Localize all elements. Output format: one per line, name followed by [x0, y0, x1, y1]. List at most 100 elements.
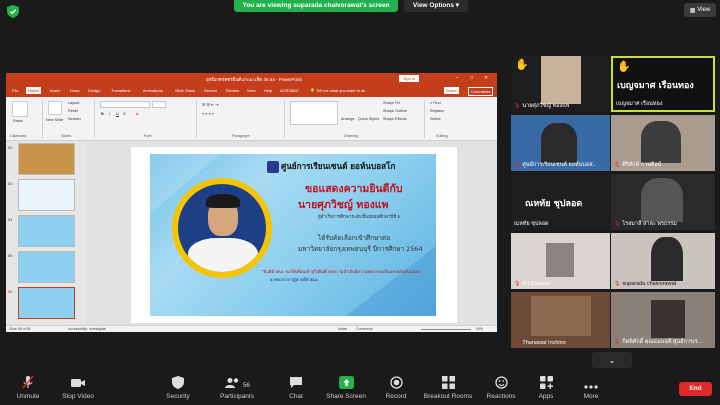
find-label: Find [433, 101, 441, 105]
shapes-gallery[interactable] [290, 101, 338, 125]
arrange-button[interactable]: Arrange [341, 117, 355, 121]
reset-button[interactable]: Reset [68, 109, 78, 113]
comments-ribbon-button[interactable]: Comments [468, 87, 494, 96]
shape-outline-button[interactable]: Shape Outline [383, 109, 407, 113]
record-button[interactable]: Record [368, 372, 424, 405]
underline-icon[interactable]: U [116, 112, 119, 116]
participants-button[interactable]: 56 Participants [209, 372, 265, 405]
tab-slide-show[interactable]: Slide Show [173, 87, 197, 94]
security-button[interactable]: Security [150, 372, 206, 405]
shape-fill-button[interactable]: Shape Fill [383, 101, 400, 105]
tab-transitions[interactable]: Transitions [109, 87, 132, 94]
participant-tile[interactable]: 🎙 ศิริลักษ์ กาฬศิลป์ [611, 115, 715, 171]
tab-design[interactable]: Design [86, 87, 102, 94]
accessibility-status[interactable]: Accessibility: Investigate [68, 327, 106, 331]
chat-bubble-icon [289, 372, 303, 389]
strikethrough-icon[interactable]: S [123, 112, 126, 116]
ribbon-divider [42, 100, 43, 138]
unmute-button[interactable]: Unmute [0, 372, 56, 405]
share-screen-label: Share Screen [326, 393, 366, 400]
tab-view[interactable]: View [245, 87, 258, 94]
comments-status-button[interactable]: Comments [356, 327, 373, 331]
font-size-select[interactable] [152, 101, 166, 108]
tab-review[interactable]: Review [224, 87, 241, 94]
participant-tile[interactable]: ✋ 🎙 นายศุภวิชญ์ ทองแพ [511, 56, 610, 112]
slide-canvas-area: ศูนย์การเรียนเซนต์ ยอห์นบอสโก ขอแสดงความ… [86, 141, 497, 325]
chevron-down-icon: ⌄ [608, 355, 616, 365]
select-button[interactable]: Select [430, 117, 441, 121]
find-button[interactable]: ⌕ Find [430, 101, 441, 105]
participant-tile[interactable]: 🎙 ไรสมาลี สาละ พรธรรม [611, 174, 715, 230]
align-icons[interactable]: ≡ ≡ ≡ ≡ [202, 112, 214, 116]
participant-tile[interactable]: 🎙 ศูนย์การเรียนเซนต์ ยอห์นบอส.. [511, 115, 610, 171]
share-screen-button[interactable]: Share Screen [318, 372, 374, 405]
muted-mic-icon: 🎙 [614, 162, 621, 168]
slide-thumbnail-selected[interactable] [18, 287, 75, 319]
layout-button[interactable]: Layout [68, 101, 79, 105]
shield-icon [172, 372, 184, 389]
tell-me-search[interactable]: 💡 Tell me what you want to do [308, 87, 367, 94]
bold-icon[interactable]: B [101, 112, 104, 116]
breakout-rooms-button[interactable]: Breakout Rooms [420, 372, 476, 405]
muted-mic-icon: 🎙 [514, 281, 521, 287]
tab-acrobat[interactable]: ACROBAT [278, 87, 301, 94]
current-slide[interactable]: ศูนย์การเรียนเซนต์ ยอห์นบอสโก ขอแสดงความ… [131, 147, 457, 323]
font-name-select[interactable] [100, 101, 150, 108]
notes-button[interactable]: Notes [338, 327, 347, 331]
slide-subtitle-1: ผู้สำเร็จการศึกษาระดับชั้นมัธยมศึกษาปีที… [318, 214, 400, 219]
replace-button[interactable]: Replace [430, 109, 444, 113]
photo-hair [206, 194, 240, 208]
zoom-slider[interactable] [421, 329, 471, 330]
maximize-icon[interactable]: □ [470, 75, 473, 81]
muted-mic-icon: 🎙 [614, 281, 621, 287]
new-slide-icon[interactable] [48, 101, 62, 115]
tab-animations[interactable]: Animations [141, 87, 165, 94]
participant-tile[interactable]: 🎙 กิตติศักดิ์ คุณแมนจุฬ์ ศูนย์การเร... [611, 292, 715, 348]
slide-subtitle-2: ได้รับคัดเลือกเข้าศึกษาต่อ [318, 234, 391, 242]
slide-thumbnail[interactable] [18, 215, 75, 247]
tab-home[interactable]: Home [26, 87, 41, 94]
share-ribbon-button[interactable]: Share [444, 87, 459, 94]
tab-draw[interactable]: Draw [68, 87, 81, 94]
italic-icon[interactable]: I [109, 112, 110, 116]
tab-record[interactable]: Record [202, 87, 219, 94]
participant-tile[interactable]: 🎙 iP13yokyee [511, 233, 610, 289]
tab-help[interactable]: Help [262, 87, 274, 94]
ppt-signin-button[interactable]: Sign in [399, 75, 419, 82]
slide-thumbnail[interactable] [18, 179, 75, 211]
stop-video-label: Stop Video [62, 393, 94, 400]
stop-video-button[interactable]: Stop Video [50, 372, 106, 405]
participant-tile-active-speaker[interactable]: ✋ เบญจมาศ เรือนทอง เบญจมาศ เรือนทอง [611, 56, 715, 112]
gallery-scroll-down-button[interactable]: ⌄ [592, 352, 632, 368]
bullets-icon[interactable]: ☰ ☰ ⇤ ⇥ [202, 102, 218, 107]
paste-icon[interactable] [12, 101, 28, 117]
participant-tile[interactable]: ณหทัย ชุปลอด ณหทัย ชุปลอด [511, 174, 610, 230]
view-button[interactable]: ▦ View [684, 3, 716, 17]
tab-file[interactable]: File [10, 87, 20, 94]
end-meeting-button[interactable]: End [679, 382, 712, 396]
thumb-number: 56 [8, 289, 13, 294]
participant-tile[interactable]: 🎙 suparada chaivorawat [611, 233, 715, 289]
new-slide-label: New Slide [46, 118, 64, 122]
close-icon[interactable]: ✕ [484, 75, 488, 81]
minimize-icon[interactable]: – [456, 75, 459, 81]
record-icon [389, 372, 403, 389]
more-button[interactable]: More [563, 372, 619, 405]
shield-verified-icon[interactable] [7, 5, 19, 18]
chat-button[interactable]: Chat [268, 372, 324, 405]
group-font: Font [144, 134, 152, 138]
participant-name: 🎙 ศิริลักษ์ กาฬศิลป์ [614, 162, 662, 168]
participants-label: Participants [220, 393, 254, 400]
section-button[interactable]: Section [68, 117, 81, 121]
slide-count: Slide 56 of 58 [9, 327, 31, 331]
font-color-icon[interactable]: A [136, 112, 139, 116]
ppt-ribbon: Paste Clipboard New Slide Layout Reset S… [6, 97, 497, 141]
tab-insert[interactable]: Insert [48, 87, 62, 94]
participant-tile[interactable]: 🎙 Thanawat Inchino [511, 292, 610, 348]
slide-thumbnail[interactable] [18, 143, 75, 175]
view-options-button[interactable]: View Options ▾ [404, 0, 468, 12]
shape-effects-button[interactable]: Shape Effects [383, 117, 407, 121]
quick-styles-button[interactable]: Quick Styles [358, 117, 379, 121]
slide-thumbnail[interactable] [18, 251, 75, 283]
ppt-title-bar: ยุชนิเกตรคตรยินดีแกะมะเห็ด 35.64 - Power… [6, 73, 497, 85]
